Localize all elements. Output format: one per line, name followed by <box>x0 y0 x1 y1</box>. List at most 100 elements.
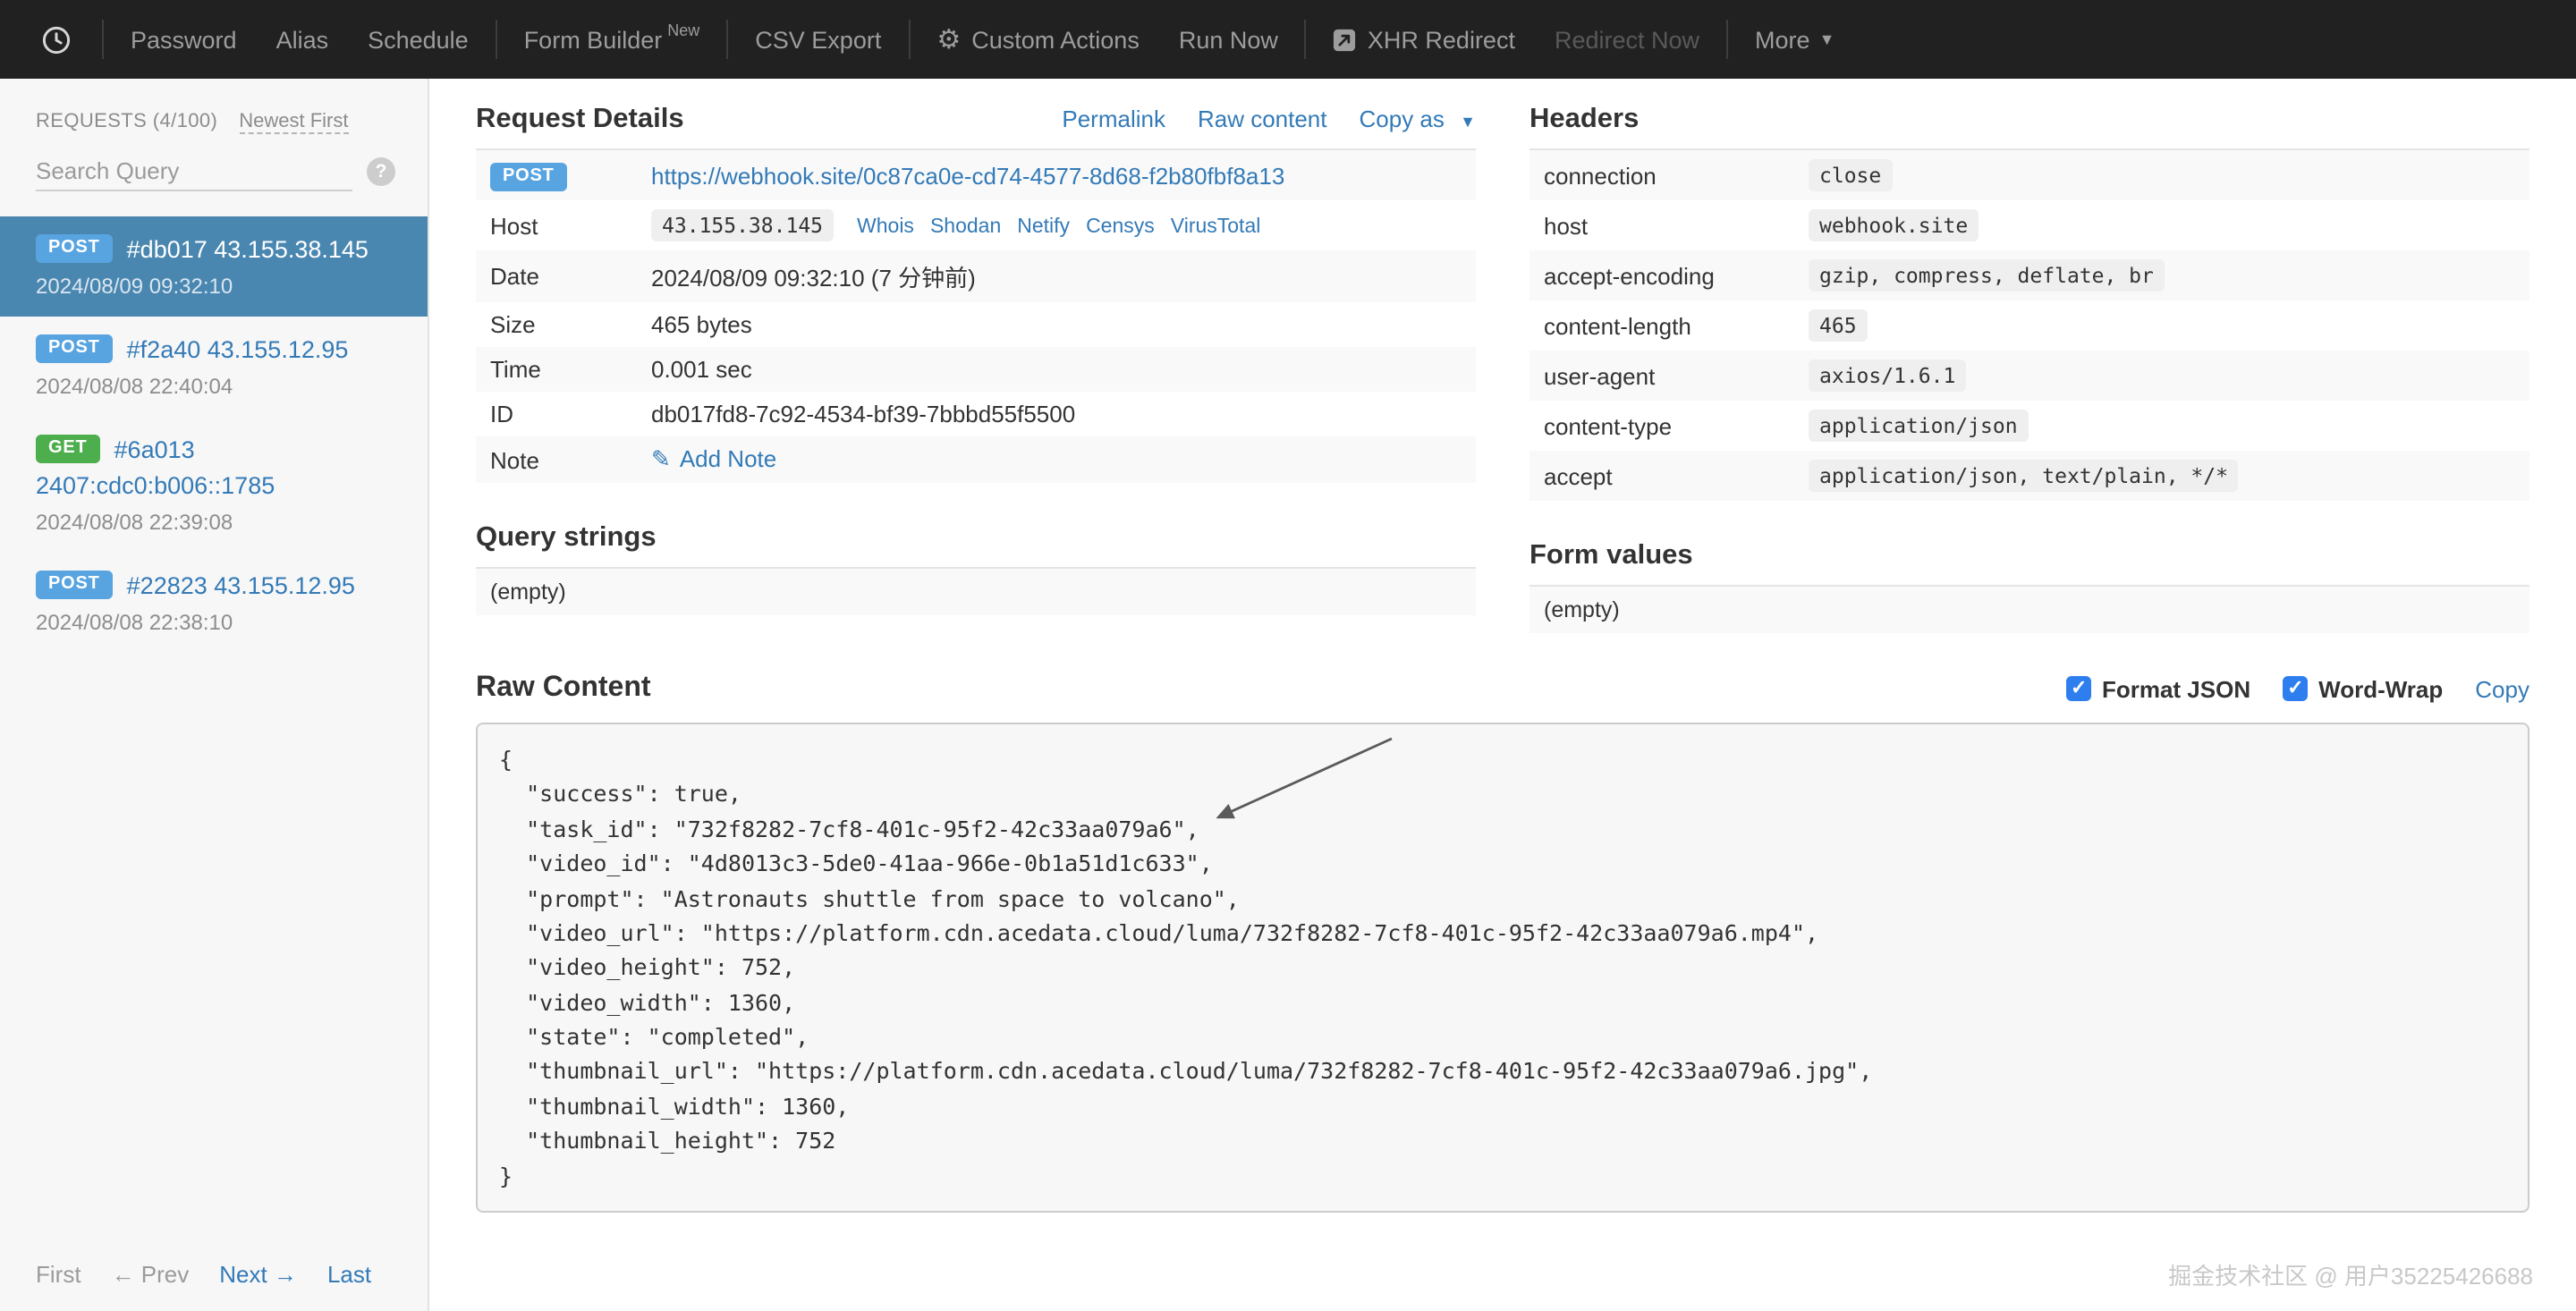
clock-icon <box>42 25 71 54</box>
request-title: #db017 43.155.38.145 <box>126 235 369 262</box>
method-badge: POST <box>36 234 113 263</box>
header-name: accept-encoding <box>1544 262 1715 289</box>
request-title: #22823 43.155.12.95 <box>126 571 355 598</box>
time-label: Time <box>490 356 541 383</box>
shodan-link[interactable]: Shodan <box>930 216 1001 238</box>
id-label: ID <box>490 401 513 427</box>
request-list-item[interactable]: GET #6a013 2407:cdc0:b006::1785 2024/08/… <box>0 417 428 553</box>
size-value: 465 bytes <box>651 311 752 338</box>
header-value: gzip, compress, deflate, br <box>1809 259 2165 292</box>
more-label: More <box>1755 26 1810 53</box>
pagination-prev[interactable]: ← Prev <box>112 1261 190 1288</box>
note-label: Note <box>490 446 539 473</box>
table-row: Time 0.001 sec <box>476 347 1476 392</box>
virustotal-link[interactable]: VirusTotal <box>1171 216 1261 238</box>
whois-link[interactable]: Whois <box>857 216 914 238</box>
new-badge: New <box>667 21 700 39</box>
request-list-item[interactable]: POST #db017 43.155.38.145 2024/08/09 09:… <box>0 216 428 317</box>
table-row: POST https://webhook.site/0c87ca0e-cd74-… <box>476 150 1476 200</box>
sort-order-toggle[interactable]: Newest First <box>239 111 349 134</box>
help-icon[interactable]: ? <box>367 157 395 186</box>
table-row: content-type application/json <box>1530 401 2529 451</box>
xhr-redirect-icon <box>1334 28 1356 51</box>
censys-link[interactable]: Censys <box>1086 216 1155 238</box>
query-strings-empty: (empty) <box>476 569 1476 615</box>
header-name: content-type <box>1544 412 1673 439</box>
request-details-column: Request Details Permalink Raw content Co… <box>476 104 1476 633</box>
watermark-text: 掘金技术社区 @ 用户35225426688 <box>2168 1263 2533 1290</box>
search-input[interactable] <box>36 152 352 191</box>
pagination-last[interactable]: Last <box>327 1261 371 1288</box>
nav-divider <box>1726 20 1729 59</box>
date-value: 2024/08/09 09:32:10 (7 分钟前) <box>651 265 976 292</box>
request-date: 2024/08/08 22:39:08 <box>36 510 233 535</box>
request-date: 2024/08/08 22:38:10 <box>36 610 233 635</box>
nav-divider <box>908 20 911 59</box>
request-details-table: POST https://webhook.site/0c87ca0e-cd74-… <box>476 150 1476 483</box>
request-ip: 2407:cdc0:b006::1785 <box>36 472 275 499</box>
word-wrap-label: Word-Wrap <box>2318 675 2444 702</box>
app-root: Password Alias Schedule Form Builder New … <box>0 0 2576 1311</box>
raw-content-link[interactable]: Raw content <box>1198 106 1327 132</box>
copy-button[interactable]: Copy <box>2475 675 2529 702</box>
table-row: accept application/json, text/plain, */* <box>1530 451 2529 501</box>
header-name: content-length <box>1544 312 1691 339</box>
raw-content-title: Raw Content <box>476 672 651 703</box>
nav-item-form-builder[interactable]: Form Builder New <box>504 21 720 53</box>
copy-as-dropdown[interactable]: Copy as ▼ <box>1360 106 1477 132</box>
method-badge: POST <box>36 571 113 599</box>
date-label: Date <box>490 263 539 290</box>
raw-content-section: Raw Content Format JSON Word-Wrap Copy {… <box>476 672 2529 1213</box>
nav-item-custom-actions[interactable]: ⚙ Custom Actions <box>917 26 1159 53</box>
word-wrap-toggle[interactable]: Word-Wrap <box>2283 675 2443 702</box>
nav-item-run-now[interactable]: Run Now <box>1159 26 1298 53</box>
nav-item-alias[interactable]: Alias <box>257 26 349 53</box>
headers-column: Headers connection close host webhook.si… <box>1530 104 2529 633</box>
nav-divider <box>1304 20 1307 59</box>
permalink-link[interactable]: Permalink <box>1062 106 1165 132</box>
method-badge: POST <box>36 334 113 363</box>
table-row: Host 43.155.38.145 Whois Shodan Netify Censy… <box>476 200 1476 250</box>
nav-divider <box>726 20 729 59</box>
request-list-item[interactable]: POST #22823 43.155.12.95 2024/08/08 22:3… <box>0 553 428 653</box>
header-value: 465 <box>1809 309 1868 342</box>
netify-link[interactable]: Netify <box>1017 216 1070 238</box>
nav-item-schedule[interactable]: Schedule <box>348 26 488 53</box>
word-wrap-checkbox[interactable] <box>2283 676 2309 701</box>
gear-icon: ⚙ <box>936 24 962 55</box>
header-name: host <box>1544 212 1589 239</box>
header-value: close <box>1809 159 1893 191</box>
table-row: Size 465 bytes <box>476 302 1476 347</box>
request-history-button[interactable] <box>18 24 95 55</box>
format-json-checkbox[interactable] <box>2065 676 2091 701</box>
table-row: host webhook.site <box>1530 200 2529 250</box>
add-note-label: Add Note <box>679 445 777 472</box>
host-value: 43.155.38.145 <box>651 209 835 241</box>
nav-item-more[interactable]: More ▼ <box>1735 26 1854 53</box>
host-label: Host <box>490 212 538 239</box>
pagination-first[interactable]: First <box>36 1261 81 1288</box>
table-row: content-length 465 <box>1530 300 2529 351</box>
headers-table: connection close host webhook.site accep… <box>1530 150 2529 501</box>
query-strings-title: Query strings <box>476 522 657 553</box>
header-value: webhook.site <box>1809 209 1979 241</box>
format-json-label: Format JSON <box>2101 675 2251 702</box>
caret-down-icon: ▼ <box>1818 30 1835 48</box>
table-row: Date 2024/08/09 09:32:10 (7 分钟前) <box>476 250 1476 302</box>
nav-item-csv-export[interactable]: CSV Export <box>735 26 901 53</box>
table-row: connection close <box>1530 150 2529 200</box>
format-json-toggle[interactable]: Format JSON <box>2065 675 2251 702</box>
search-row: ? <box>0 134 428 213</box>
pagination-next[interactable]: Next → <box>219 1261 297 1288</box>
add-note-button[interactable]: ✎ Add Note <box>651 445 776 472</box>
request-url-link[interactable]: https://webhook.site/0c87ca0e-cd74-4577-… <box>651 162 1284 189</box>
nav-item-redirect-now[interactable]: Redirect Now <box>1535 26 1719 53</box>
table-row: accept-encoding gzip, compress, deflate,… <box>1530 250 2529 300</box>
nav-item-password[interactable]: Password <box>111 26 257 53</box>
header-value: axios/1.6.1 <box>1809 359 1967 392</box>
nav-item-xhr-redirect[interactable]: XHR Redirect <box>1314 26 1535 53</box>
header-name: connection <box>1544 162 1657 189</box>
top-navbar: Password Alias Schedule Form Builder New … <box>0 0 2576 79</box>
request-date: 2024/08/09 09:32:10 <box>36 274 233 299</box>
request-list-item[interactable]: POST #f2a40 43.155.12.95 2024/08/08 22:4… <box>0 317 428 417</box>
